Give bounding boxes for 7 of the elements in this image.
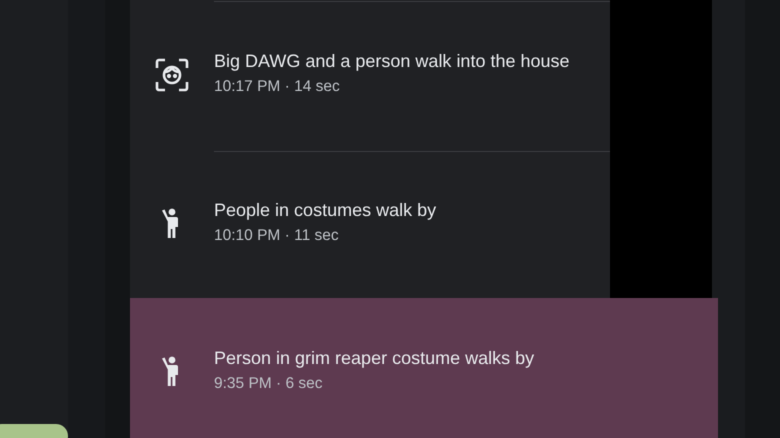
event-title[interactable]: People in costumes walk by <box>214 200 436 220</box>
event-time: 10:17 PM · 14 sec <box>214 78 341 96</box>
event-time: 9:35 PM · 6 sec <box>214 374 324 392</box>
event-title[interactable]: Person in grim reaper costume walks by <box>214 348 534 368</box>
event-title[interactable]: Big DAWG and a person walk into the house <box>214 50 570 72</box>
face-scan-icon <box>155 58 189 92</box>
event-time: 10:10 PM · 11 sec <box>214 226 340 244</box>
